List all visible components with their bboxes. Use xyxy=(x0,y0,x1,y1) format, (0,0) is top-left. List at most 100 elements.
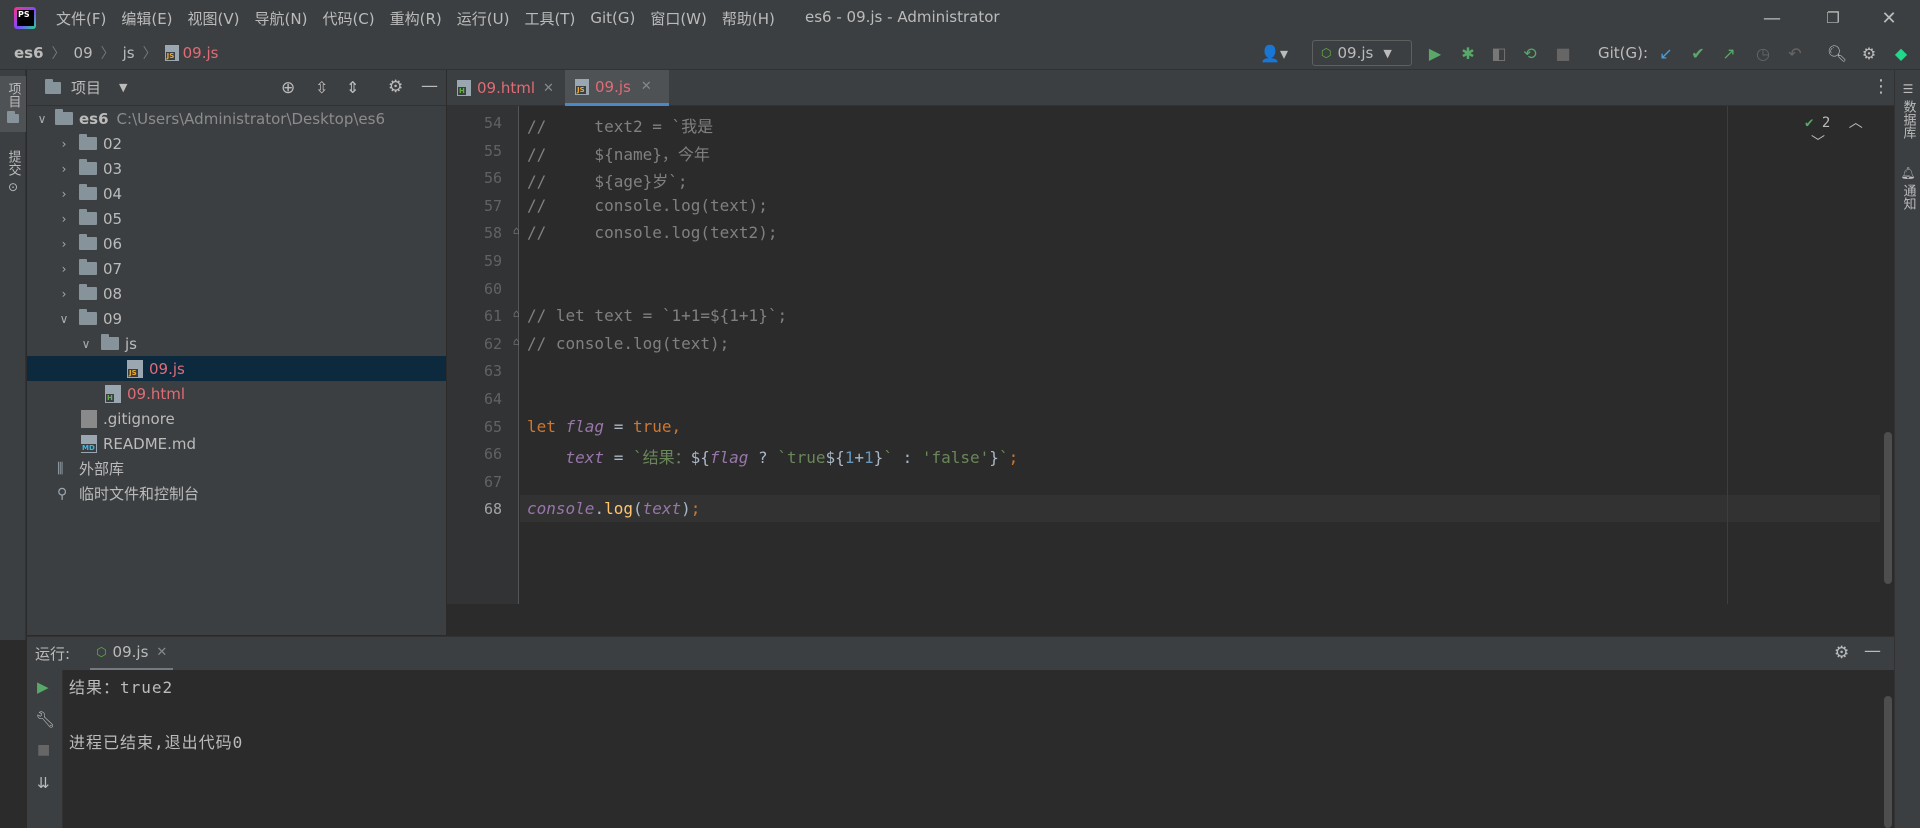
run-tab-label: 09.js xyxy=(112,643,149,661)
tree-folder-07[interactable]: › 07 xyxy=(27,256,446,281)
stop-icon[interactable]: ■ xyxy=(37,742,50,758)
console-scrollbar[interactable] xyxy=(1884,696,1892,828)
commit-tool-label: 提交 xyxy=(5,150,21,176)
tree-file-09-js[interactable]: 09.js xyxy=(27,356,446,381)
database-tool-button[interactable]: ☰ 数据库 xyxy=(1895,82,1920,139)
line-number-gutter: 54 55 56 57 58 59 60 61 62 63 64 65 66 6… xyxy=(447,106,520,604)
notifications-tool-button[interactable]: 🔔︎ 通知 xyxy=(1895,166,1920,210)
user-icon[interactable]: 👤▾ xyxy=(1257,44,1291,63)
breadcrumb-subfolder[interactable]: js xyxy=(123,44,135,62)
code-editor[interactable]: // text2 = `我是 // ${name}，今年 // ${age}岁`… xyxy=(520,106,1880,604)
stop-icon[interactable]: ■ xyxy=(1554,44,1572,63)
history-icon[interactable]: ◷ xyxy=(1754,44,1772,63)
expand-all-icon[interactable]: ⇳ xyxy=(315,78,328,97)
tree-folder-02[interactable]: › 02 xyxy=(27,131,446,156)
menu-run[interactable]: 运行(U) xyxy=(457,8,510,29)
fold-marker-icon[interactable]: ⌂ xyxy=(513,224,520,237)
breadcrumb-folder[interactable]: 09 xyxy=(74,44,93,62)
chevron-down-icon[interactable]: ▼ xyxy=(119,81,127,94)
folder-icon xyxy=(7,111,19,123)
folder-label: 09 xyxy=(103,309,123,328)
commit-tool-button[interactable]: 提交 ⊙ xyxy=(0,150,26,210)
menu-help[interactable]: 帮助(H) xyxy=(722,8,775,29)
project-panel-title[interactable]: 项目 xyxy=(71,77,101,98)
close-icon[interactable]: ✕ xyxy=(641,79,652,94)
settings-icon[interactable]: ⚙ xyxy=(1860,44,1878,63)
tree-folder-05[interactable]: › 05 xyxy=(27,206,446,231)
wrench-icon[interactable]: 🔧︎ xyxy=(35,710,55,729)
menu-refactor[interactable]: 重构(R) xyxy=(390,8,442,29)
project-tool-button[interactable]: 项目 xyxy=(0,76,26,132)
fold-marker-icon[interactable]: ⌂ xyxy=(513,307,520,320)
jetbrains-icon[interactable]: ◆ xyxy=(1892,44,1910,63)
run-icon[interactable]: ▶ xyxy=(1426,44,1444,63)
menu-navigate[interactable]: 导航(N) xyxy=(255,8,308,29)
tree-scratches[interactable]: ⚲ 临时文件和控制台 xyxy=(27,481,446,506)
menu-tools[interactable]: 工具(T) xyxy=(524,8,575,29)
more-options-icon[interactable]: ⋮ xyxy=(1872,76,1890,97)
close-button[interactable]: ✕ xyxy=(1866,4,1912,32)
tree-root-es6[interactable]: ∨ es6 C:\Users\Administrator\Desktop\es6 xyxy=(27,106,446,131)
inspection-widget[interactable]: ✔ 2 ︿ ﹀ xyxy=(1805,112,1880,152)
git-commit-icon[interactable]: ✔ xyxy=(1689,44,1707,63)
tree-external-libraries[interactable]: ⫼ 外部库 xyxy=(27,456,446,481)
menu-window[interactable]: 窗口(W) xyxy=(650,8,707,29)
gear-icon[interactable]: ⚙ xyxy=(1834,643,1849,663)
js-file-icon xyxy=(575,78,589,95)
folder-icon xyxy=(79,234,97,250)
menu-edit[interactable]: 编辑(E) xyxy=(121,8,172,29)
close-icon[interactable]: ✕ xyxy=(156,645,167,660)
restore-button[interactable]: ❐ xyxy=(1810,4,1856,32)
line-number: 63 xyxy=(483,362,502,380)
tree-folder-03[interactable]: › 03 xyxy=(27,156,446,181)
scroll-to-end-icon[interactable]: ⇊ xyxy=(37,774,50,792)
menu-git[interactable]: Git(G) xyxy=(590,9,635,27)
breadcrumb-root[interactable]: es6 xyxy=(14,44,44,62)
chevron-right-icon: › xyxy=(61,161,67,176)
folder-label: js xyxy=(125,334,137,353)
tree-file-gitignore[interactable]: .gitignore xyxy=(27,406,446,431)
hide-panel-icon[interactable]: — xyxy=(1864,641,1881,661)
current-line-number: 68 xyxy=(483,500,502,518)
tree-file-09-html[interactable]: 09.html xyxy=(27,381,446,406)
code-line-56: // ${age}岁`; xyxy=(527,172,688,191)
right-margin-guide xyxy=(1727,106,1728,604)
tab-09-js[interactable]: 09.js ✕ xyxy=(565,70,669,106)
debug-icon[interactable]: ✱ xyxy=(1459,44,1477,63)
folder-label: 08 xyxy=(103,284,123,303)
menu-file[interactable]: 文件(F) xyxy=(56,8,106,29)
editor-scrollbar[interactable] xyxy=(1884,432,1892,584)
code-line-54: // text2 = `我是 xyxy=(527,117,714,136)
tree-folder-08[interactable]: › 08 xyxy=(27,281,446,306)
right-tool-strip: ☰ 数据库 🔔︎ 通知 xyxy=(1894,70,1920,828)
tree-folder-06[interactable]: › 06 xyxy=(27,231,446,256)
run-tab-09-js[interactable]: ⬡ 09.js ✕ xyxy=(90,637,174,671)
close-icon[interactable]: ✕ xyxy=(543,81,554,96)
rerun-icon[interactable]: ▶ xyxy=(37,678,49,696)
git-update-icon[interactable]: ↙ xyxy=(1657,44,1675,63)
run-config-selector[interactable]: ⬡ 09.js ▼ xyxy=(1312,40,1412,66)
tab-09-html[interactable]: 09.html ✕ xyxy=(447,70,565,106)
tree-folder-04[interactable]: › 04 xyxy=(27,181,446,206)
menu-code[interactable]: 代码(C) xyxy=(322,8,374,29)
hide-panel-icon[interactable]: — xyxy=(421,76,438,96)
tree-folder-09[interactable]: ∨ 09 xyxy=(27,306,446,331)
coverage-icon[interactable]: ◧ xyxy=(1490,44,1508,63)
fold-marker-icon[interactable]: ⌂ xyxy=(513,335,520,348)
chevron-down-icon[interactable]: ﹀ xyxy=(1811,135,1825,151)
profile-icon[interactable]: ⟲ xyxy=(1521,44,1539,63)
breadcrumb-file[interactable]: 09.js xyxy=(183,44,219,62)
minimize-button[interactable]: — xyxy=(1749,4,1795,32)
tree-folder-js[interactable]: ∨ js xyxy=(27,331,446,356)
chevron-up-icon[interactable]: ︿ xyxy=(1849,115,1863,131)
git-push-icon[interactable]: ↗ xyxy=(1720,44,1738,63)
folder-icon xyxy=(79,284,97,300)
menu-view[interactable]: 视图(V) xyxy=(188,8,240,29)
gear-icon[interactable]: ⚙ xyxy=(388,77,403,97)
search-icon[interactable]: 🔍︎ xyxy=(1827,44,1847,63)
collapse-all-icon[interactable]: ⇕ xyxy=(346,78,359,97)
locate-icon[interactable]: ⊕ xyxy=(281,78,295,98)
tree-file-readme[interactable]: README.md xyxy=(27,431,446,456)
rollback-icon[interactable]: ↶ xyxy=(1786,44,1804,63)
run-console[interactable]: 结果：true2 进程已结束,退出代码0 xyxy=(27,670,1894,828)
